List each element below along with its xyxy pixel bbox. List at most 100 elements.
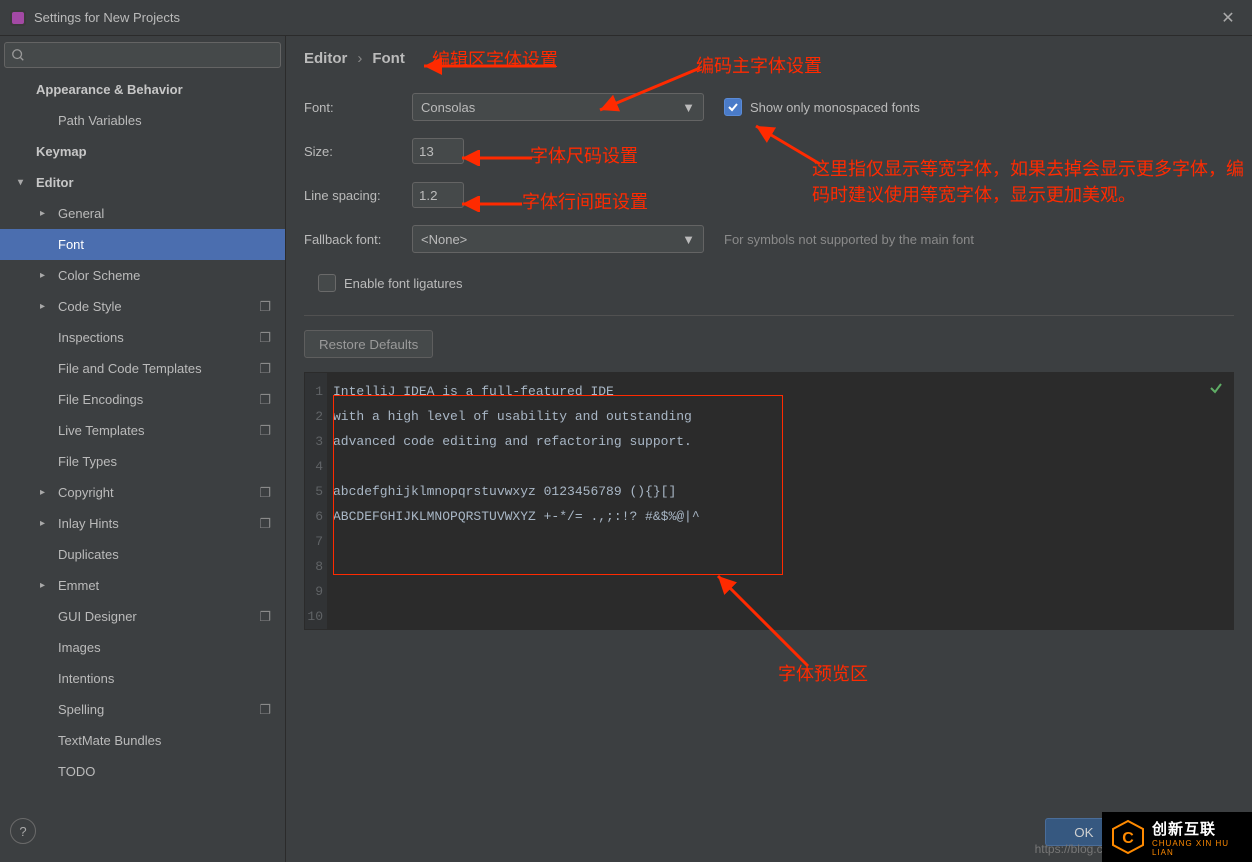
logo-hex-icon: C — [1110, 819, 1146, 855]
settings-tree: Appearance & Behavior Path Variables Keyma… — [0, 74, 285, 862]
preview-gutter: 12345678910 — [305, 373, 327, 629]
tree-item-label: Code Style — [58, 299, 122, 314]
logo-text-py: CHUANG XIN HU LIAN — [1152, 839, 1252, 857]
tree-item-label: Font — [58, 237, 84, 252]
breadcrumb-sep: › — [357, 50, 362, 67]
sidebar-item-intentions[interactable]: Intentions — [0, 663, 285, 694]
sidebar-item-file-and-code-templates[interactable]: File and Code Templates ❐ — [0, 353, 285, 384]
tree-item-label: Path Variables — [58, 113, 142, 128]
tree-item-label: File and Code Templates — [58, 361, 202, 376]
tree-item-label: Intentions — [58, 671, 114, 686]
fallback-note: For symbols not supported by the main fo… — [724, 232, 974, 247]
help-button[interactable]: ? — [10, 818, 36, 844]
tree-arrow-icon: ▾ — [18, 177, 32, 188]
sidebar-item-file-types[interactable]: File Types — [0, 446, 285, 477]
logo-text-cn: 创新互联 — [1152, 818, 1252, 839]
tree-item-label: Inspections — [58, 330, 124, 345]
sidebar-item-color-scheme[interactable]: ▸ Color Scheme — [0, 260, 285, 291]
tree-arrow-icon: ▸ — [40, 518, 54, 529]
tree-arrow-icon: ▸ — [40, 208, 54, 219]
scheme-stack-icon: ❐ — [259, 299, 271, 315]
scheme-stack-icon: ❐ — [259, 609, 271, 625]
tree-arrow-icon: ▸ — [40, 580, 54, 591]
tree-item-label: TODO — [58, 764, 95, 779]
tree-item-label: Appearance & Behavior — [36, 82, 183, 97]
tree-arrow-icon: ▸ — [40, 487, 54, 498]
sidebar-item-appearance-behavior[interactable]: Appearance & Behavior — [0, 74, 285, 105]
tree-item-label: Keymap — [36, 144, 87, 159]
sidebar-item-images[interactable]: Images — [0, 632, 285, 663]
tree-item-label: Inlay Hints — [58, 516, 119, 531]
tree-item-label: Copyright — [58, 485, 114, 500]
window-title: Settings for New Projects — [34, 10, 180, 25]
scheme-stack-icon: ❐ — [259, 516, 271, 532]
tree-arrow-icon: ▸ — [40, 270, 54, 281]
sidebar: Appearance & Behavior Path Variables Keyma… — [0, 36, 286, 862]
sidebar-item-editor[interactable]: ▾ Editor — [0, 167, 285, 198]
restore-defaults-button[interactable]: Restore Defaults — [304, 330, 433, 358]
size-label: Size: — [304, 144, 412, 159]
tree-item-label: File Encodings — [58, 392, 143, 407]
main-panel: Editor › Font Font: Consolas ▼ Show only… — [286, 36, 1252, 862]
scheme-stack-icon: ❐ — [259, 392, 271, 408]
line-spacing-label: Line spacing: — [304, 188, 412, 203]
fallback-font-select[interactable]: <None> ▼ — [412, 225, 704, 253]
sidebar-item-code-style[interactable]: ▸Code Style❐ — [0, 291, 285, 322]
ligatures-label: Enable font ligatures — [344, 276, 463, 291]
sidebar-item-todo[interactable]: TODO — [0, 756, 285, 787]
titlebar: Settings for New Projects ✕ — [0, 0, 1252, 36]
scheme-stack-icon: ❐ — [259, 485, 271, 501]
tree-item-label: TextMate Bundles — [58, 733, 161, 748]
fallback-font-value: <None> — [421, 232, 467, 247]
sidebar-item-keymap[interactable]: Keymap — [0, 136, 285, 167]
chevron-down-icon: ▼ — [682, 100, 695, 115]
breadcrumb-parent[interactable]: Editor — [304, 50, 347, 67]
sidebar-item-spelling[interactable]: Spelling ❐ — [0, 694, 285, 725]
sidebar-item-gui-designer[interactable]: GUI Designer ❐ — [0, 601, 285, 632]
sidebar-item-live-templates[interactable]: Live Templates ❐ — [0, 415, 285, 446]
sidebar-item-duplicates[interactable]: Duplicates — [0, 539, 285, 570]
sidebar-item-general[interactable]: ▸ General — [0, 198, 285, 229]
search-input[interactable] — [4, 42, 281, 68]
sidebar-item-path-variables[interactable]: Path Variables — [0, 105, 285, 136]
logo-badge: C 创新互联 CHUANG XIN HU LIAN — [1102, 812, 1252, 862]
chevron-down-icon: ▼ — [682, 232, 695, 247]
show-monospaced-checkbox[interactable] — [724, 98, 742, 116]
font-value: Consolas — [421, 100, 475, 115]
checkmark-icon — [1209, 381, 1223, 399]
font-preview: 12345678910 IntelliJ IDEA is a full-feat… — [304, 372, 1234, 630]
ligatures-checkbox[interactable] — [318, 274, 336, 292]
sidebar-item-textmate-bundles[interactable]: TextMate Bundles — [0, 725, 285, 756]
scheme-stack-icon: ❐ — [259, 702, 271, 718]
tree-item-label: Spelling — [58, 702, 104, 717]
scheme-stack-icon: ❐ — [259, 330, 271, 346]
breadcrumb: Editor › Font — [286, 36, 1252, 75]
fallback-font-label: Fallback font: — [304, 232, 412, 247]
breadcrumb-current: Font — [372, 50, 404, 67]
font-select[interactable]: Consolas ▼ — [412, 93, 704, 121]
tree-item-label: GUI Designer — [58, 609, 137, 624]
app-icon — [10, 10, 26, 26]
tree-item-label: Live Templates — [58, 423, 144, 438]
scheme-stack-icon: ❐ — [259, 423, 271, 439]
sidebar-item-emmet[interactable]: ▸Emmet — [0, 570, 285, 601]
show-monospaced-label: Show only monospaced fonts — [750, 100, 920, 115]
preview-code: IntelliJ IDEA is a full-featured IDE wit… — [327, 373, 706, 629]
tree-item-label: General — [58, 206, 104, 221]
scheme-stack-icon: ❐ — [259, 361, 271, 377]
svg-text:C: C — [1122, 830, 1134, 847]
size-input[interactable] — [412, 138, 464, 164]
tree-item-label: Color Scheme — [58, 268, 140, 283]
line-spacing-input[interactable] — [412, 182, 464, 208]
sidebar-item-font[interactable]: Font — [0, 229, 285, 260]
sidebar-item-inlay-hints[interactable]: ▸ Inlay Hints ❐ — [0, 508, 285, 539]
tree-item-label: File Types — [58, 454, 117, 469]
sidebar-item-copyright[interactable]: ▸ Copyright ❐ — [0, 477, 285, 508]
sidebar-item-file-encodings[interactable]: File Encodings ❐ — [0, 384, 285, 415]
divider — [304, 315, 1234, 316]
font-label: Font: — [304, 100, 412, 115]
tree-item-label: Editor — [36, 175, 74, 190]
sidebar-item-inspections[interactable]: Inspections ❐ — [0, 322, 285, 353]
close-icon[interactable]: ✕ — [1214, 8, 1242, 28]
tree-item-label: Images — [58, 640, 101, 655]
